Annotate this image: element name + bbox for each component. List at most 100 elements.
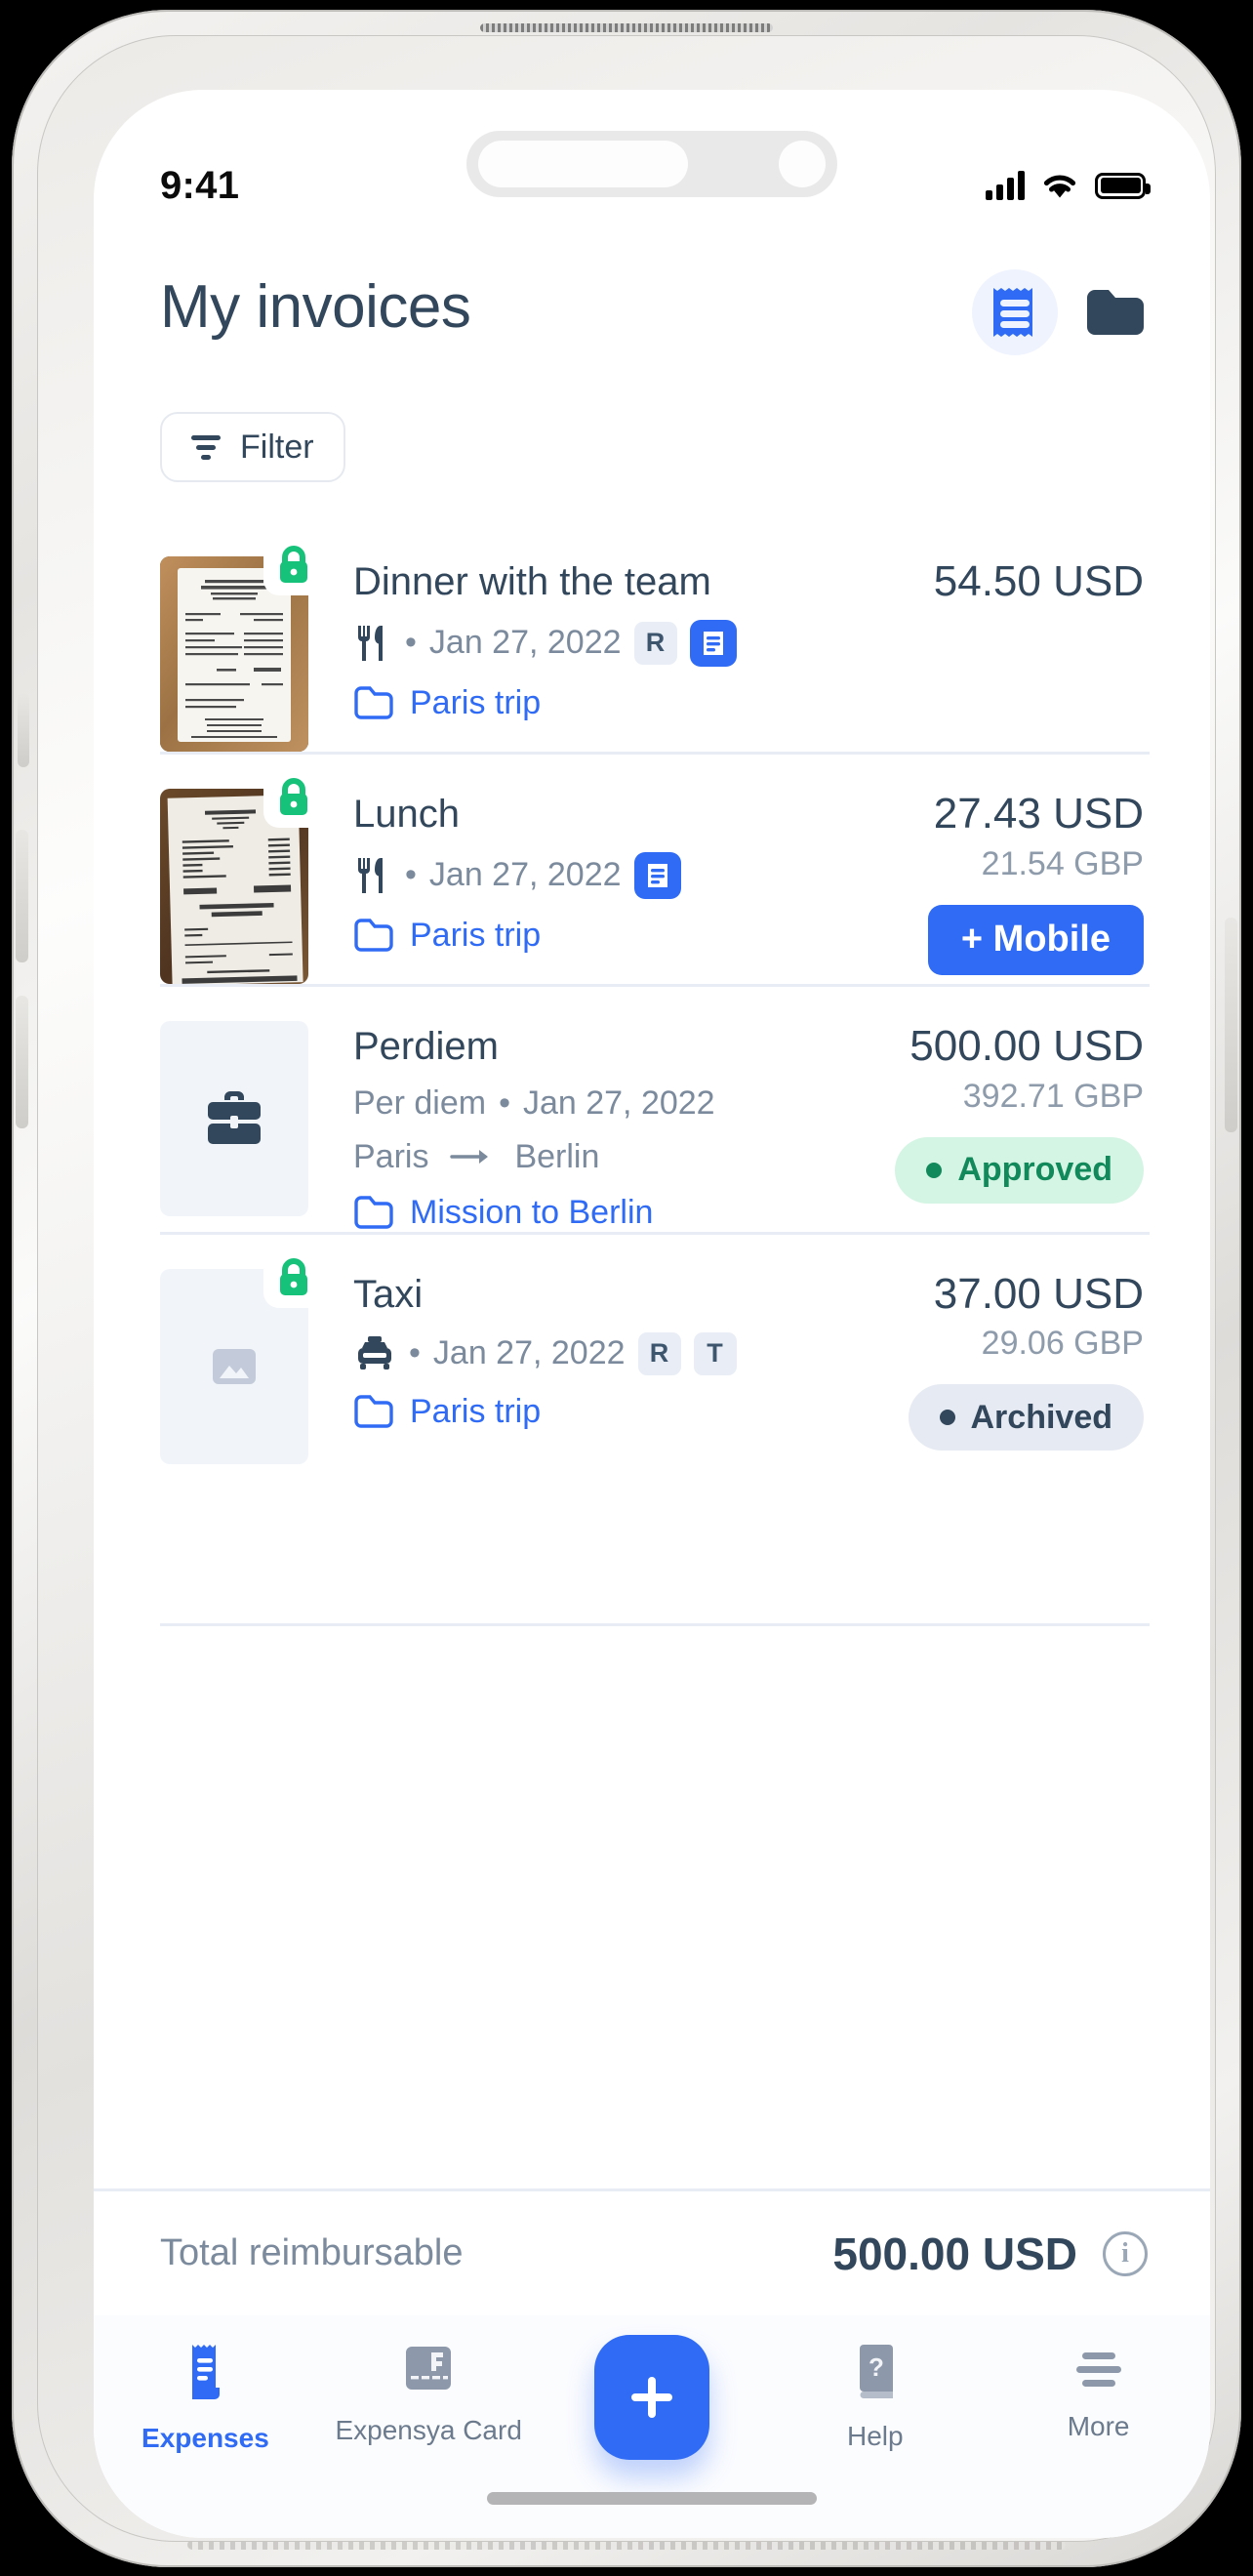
status-clock: 9:41: [160, 163, 240, 207]
svg-text:?: ?: [869, 2352, 884, 2382]
home-indicator[interactable]: [487, 2492, 817, 2505]
add-expense-fab[interactable]: [593, 2335, 709, 2460]
trip-label: Paris trip: [410, 683, 542, 721]
meta-separator: •: [405, 856, 417, 894]
total-label: Total reimbursable: [160, 2232, 464, 2273]
expense-trip[interactable]: Paris trip: [353, 684, 822, 722]
expense-amount-secondary: 21.54 GBP: [981, 844, 1144, 882]
expense-amounts: 37.00 USD 29.06 GBP Archived: [822, 1249, 1144, 1464]
tab-add-expense[interactable]: [541, 2335, 764, 2460]
tab-expensya-card[interactable]: Expensya Card: [317, 2341, 541, 2446]
total-bar: Total reimbursable 500.00 USD i: [94, 2188, 1210, 2315]
expense-meta: Per diem • Jan 27, 2022: [353, 1084, 822, 1123]
expense-badge-r: R: [633, 621, 677, 665]
expense-badge-r: R: [637, 1331, 681, 1375]
filter-button[interactable]: Filter: [160, 412, 345, 482]
volume-down-button[interactable]: [16, 996, 28, 1128]
total-value-group: 500.00 USD i: [832, 2228, 1148, 2280]
lock-badge: [263, 767, 324, 828]
receipts-button[interactable]: [972, 269, 1058, 355]
meta-separator: •: [409, 1334, 421, 1372]
expense-thumbnail-wrap: [160, 767, 324, 984]
expense-amounts: 54.50 USD: [822, 537, 1144, 752]
tab-label: Help: [846, 2421, 904, 2451]
cellular-bars-icon: [986, 171, 1025, 200]
expense-amount: 37.00 USD: [933, 1269, 1144, 1318]
status-label: Approved: [957, 1151, 1112, 1189]
app-header: My invoices: [94, 236, 1210, 355]
receipt-icon: [993, 288, 1032, 337]
arrow-right-icon: [450, 1150, 489, 1165]
trip-label: Mission to Berlin: [410, 1193, 654, 1231]
expense-thumbnail-wrap: [160, 1247, 324, 1464]
silent-switch[interactable]: [18, 693, 29, 767]
restaurant-icon: [358, 625, 383, 661]
table-row[interactable]: Taxi • Jan 27, 2022 R T Paris trip 37.00…: [94, 1231, 1210, 1464]
battery-full-icon: [1095, 172, 1151, 199]
folder-icon: [354, 686, 393, 719]
table-row[interactable]: Dinner with the team • Jan 27, 2022 R Pa…: [94, 519, 1210, 752]
receipt-attached-badge: [689, 619, 737, 667]
folders-button[interactable]: [1083, 286, 1144, 339]
header-actions: [972, 262, 1144, 355]
wifi-icon: [1043, 175, 1076, 198]
plus-icon: [630, 2377, 672, 2418]
filter-funnel-icon: [191, 435, 221, 460]
lock-icon: [280, 546, 307, 583]
trip-label: Paris trip: [410, 1392, 542, 1430]
expense-details: Lunch • Jan 27, 2022 Paris trip: [308, 769, 822, 984]
tab-help[interactable]: ? Help: [763, 2341, 987, 2452]
expense-details: Dinner with the team • Jan 27, 2022 R Pa…: [308, 537, 822, 752]
briefcase-icon: [208, 1091, 261, 1144]
folder-icon: [1087, 290, 1144, 335]
volume-up-button[interactable]: [16, 830, 28, 962]
table-row[interactable]: Perdiem Per diem • Jan 27, 2022 Paris Be…: [94, 984, 1210, 1232]
receipt-icon: [703, 631, 723, 655]
lock-icon: [280, 778, 307, 815]
receipt-icon: [192, 2345, 221, 2399]
status-badge: Archived: [908, 1384, 1144, 1452]
list-divider: [160, 1623, 1150, 1626]
expenses-list: Dinner with the team • Jan 27, 2022 R Pa…: [94, 519, 1210, 1626]
receipt-attached-badge: [633, 851, 681, 899]
briefcase-placeholder-thumbnail[interactable]: [160, 1021, 308, 1216]
expense-title: Dinner with the team: [353, 560, 711, 603]
expense-trip[interactable]: Paris trip: [353, 917, 822, 955]
phone-screen: 9:41 My invoices Filter Dinner with the …: [94, 90, 1210, 2538]
dynamic-island: [466, 131, 837, 197]
expense-amount-secondary: 392.71 GBP: [962, 1077, 1144, 1115]
restaurant-icon: [358, 857, 383, 893]
device-bezel: 9:41 My invoices Filter Dinner with the …: [37, 35, 1216, 2542]
expense-meta: • Jan 27, 2022: [353, 851, 822, 899]
status-label: Archived: [970, 1398, 1113, 1436]
status-indicators: [986, 171, 1151, 200]
screenshot-stage: 9:41 My invoices Filter Dinner with the …: [0, 0, 1253, 2576]
expense-amounts: 500.00 USD 392.71 GBP Approved: [822, 1002, 1144, 1232]
page-title: My invoices: [160, 273, 471, 341]
table-row[interactable]: Lunch • Jan 27, 2022 Paris trip 27.43 US…: [94, 752, 1210, 984]
tab-label: Expensya Card: [335, 2415, 522, 2445]
power-button[interactable]: [1225, 918, 1237, 1132]
info-icon[interactable]: i: [1103, 2230, 1148, 2276]
expense-amount: 54.50 USD: [933, 557, 1144, 605]
tab-expenses[interactable]: Expenses: [94, 2341, 317, 2454]
expense-amount: 500.00 USD: [909, 1022, 1144, 1070]
folder-icon: [354, 1196, 393, 1229]
expense-trip[interactable]: Paris trip: [353, 1393, 822, 1431]
expense-title: Perdiem: [353, 1025, 499, 1068]
expense-title: Lunch: [353, 793, 460, 836]
expense-date: Jan 27, 2022: [428, 624, 622, 662]
expense-meta: • Jan 27, 2022 R T: [353, 1331, 822, 1375]
add-mobile-button[interactable]: + Mobile: [927, 904, 1144, 975]
status-badge: Approved: [895, 1136, 1144, 1204]
expense-thumbnail-wrap: [160, 535, 324, 752]
expense-meta: • Jan 27, 2022 R: [353, 619, 822, 667]
expense-route: Paris Berlin: [353, 1138, 822, 1176]
tab-label: Expenses: [141, 2423, 269, 2453]
expense-category: Per diem: [353, 1084, 487, 1122]
trip-label: Paris trip: [410, 916, 542, 954]
expense-trip[interactable]: Mission to Berlin: [353, 1194, 822, 1232]
expense-date: Jan 27, 2022: [522, 1084, 715, 1122]
tab-more[interactable]: More: [987, 2341, 1210, 2442]
expense-amounts: 27.43 USD 21.54 GBP + Mobile: [822, 769, 1144, 984]
